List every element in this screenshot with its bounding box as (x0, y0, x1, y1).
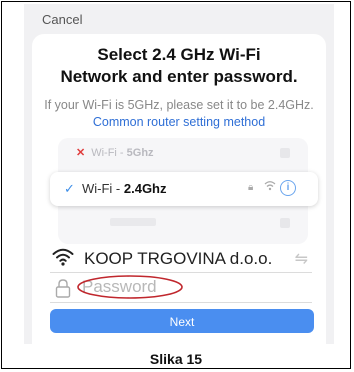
lock-icon: 🔒︎ (248, 182, 254, 193)
title-line-1: Select 2.4 GHz Wi-Fi (97, 45, 261, 64)
router-settings-link[interactable]: Common router setting method (93, 115, 265, 129)
example-row-5ghz: ✕ Wi-Fi - 5Ghz (76, 146, 154, 159)
lock-icon (55, 279, 71, 298)
network-name: KOOP TRGOVINA d.o.o. (84, 249, 273, 268)
placeholder-icon (280, 218, 290, 228)
wifi-small-icon (264, 181, 276, 191)
page-title: Select 2.4 GHz Wi-Fi Network and enter p… (32, 44, 326, 88)
phone-screen: Cancel Select 2.4 GHz Wi-Fi Network and … (24, 4, 334, 344)
figure-frame: Cancel Select 2.4 GHz Wi-Fi Network and … (1, 1, 351, 369)
example-24ghz-label: Wi-Fi - 2.4Ghz (82, 181, 167, 196)
hint-text: If your Wi-Fi is 5GHz, please set it to … (38, 97, 320, 131)
hint-body: If your Wi-Fi is 5GHz, please set it to … (44, 98, 314, 112)
cross-icon: ✕ (76, 147, 86, 159)
example-24ghz-band: 2.4Ghz (123, 181, 167, 196)
placeholder-bar (110, 218, 156, 226)
title-line-2: Network and enter password. (60, 67, 298, 86)
wifi-icon (52, 248, 74, 266)
example-5ghz-prefix: Wi-Fi - (91, 147, 127, 159)
cancel-button[interactable]: Cancel (42, 12, 82, 27)
wifi-icon (264, 180, 276, 194)
example-24ghz-prefix: Wi-Fi - (82, 181, 124, 196)
example-row-24ghz: ✓ Wi-Fi - 2.4Ghz 🔒︎ i (50, 172, 318, 206)
password-input[interactable] (76, 277, 186, 296)
wifi-example-card: ✕ Wi-Fi - 5Ghz ✓ Wi-Fi - 2.4Ghz 🔒︎ i (50, 138, 318, 244)
info-icon[interactable]: i (280, 180, 296, 196)
example-5ghz-band: 5Ghz (126, 147, 154, 159)
placeholder-icon (280, 148, 290, 158)
check-icon: ✓ (64, 181, 75, 196)
password-field (50, 275, 312, 303)
next-button[interactable]: Next (50, 309, 314, 333)
figure-caption: Slika 15 (149, 351, 203, 367)
network-field[interactable]: KOOP TRGOVINA d.o.o. ⇋ (50, 246, 312, 273)
switch-network-icon[interactable]: ⇋ (295, 249, 308, 269)
wifi-setup-sheet: Select 2.4 GHz Wi-Fi Network and enter p… (32, 34, 326, 344)
